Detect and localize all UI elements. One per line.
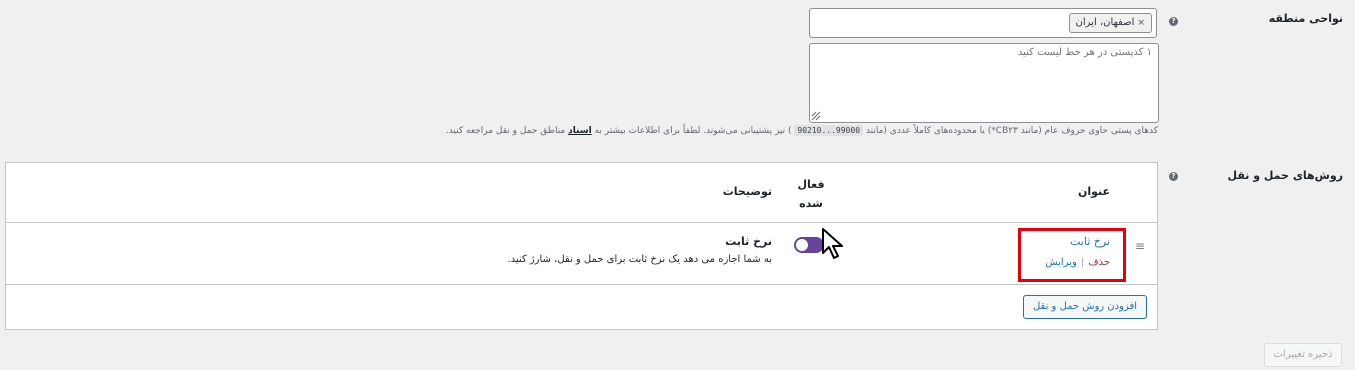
documentation-link[interactable]: اسناد [568, 126, 592, 136]
region-chip: × اصفهان، ایران [1068, 13, 1152, 33]
mouse-cursor-icon [822, 228, 843, 259]
postcodes-description: کدهای پستی حاوی حروف عام (مانند CB۲۳*) ی… [446, 124, 1158, 138]
column-enabled: فعال شده [797, 178, 825, 210]
description-middle: ) نیز پشتیبانی می‌شوند. لطفاً برای اطلاع… [594, 126, 792, 136]
shipping-methods-label: روش‌های حمل و نقل [1227, 169, 1344, 182]
postcode-range-code: 90210...99000 [794, 125, 864, 136]
toggle-knob [796, 239, 808, 251]
column-description: توضیحات [722, 185, 772, 198]
description-after: مناطق حمل و نقل مراجعه کنید. [445, 126, 566, 136]
help-icon[interactable]: ? [1169, 17, 1178, 26]
description-before: کدهای پستی حاوی حروف عام (مانند CB۲۳*) ی… [865, 126, 1158, 136]
postcodes-textarea[interactable] [809, 43, 1159, 123]
divider [6, 284, 1157, 285]
method-description-title: نرخ ثابت [725, 235, 772, 248]
column-title: عنوان [1077, 185, 1110, 198]
help-icon[interactable]: ? [1169, 172, 1178, 181]
add-shipping-method-button[interactable]: افزودن روش حمل و نقل [1022, 295, 1147, 319]
region-chip-label: اصفهان، ایران [1075, 17, 1135, 28]
method-description-text: به شما اجازه می دهد یک نرخ ثابت برای حمل… [507, 254, 772, 265]
remove-icon[interactable]: × [1137, 14, 1145, 32]
save-changes-button[interactable]: ذخیره تغییرات [1264, 343, 1342, 367]
highlight-box [1018, 228, 1126, 282]
drag-handle-icon[interactable]: ≡ [1135, 239, 1145, 253]
shipping-methods-table: عنوان فعال شده توضیحات ≡ نرخ ثابت ویرایش… [5, 162, 1158, 330]
zone-regions-label: نواحی منطقه [1268, 12, 1343, 25]
region-select[interactable]: × اصفهان، ایران [809, 8, 1157, 38]
divider [6, 222, 1157, 223]
resize-grip-icon[interactable] [811, 111, 821, 121]
enabled-toggle[interactable] [794, 237, 824, 253]
